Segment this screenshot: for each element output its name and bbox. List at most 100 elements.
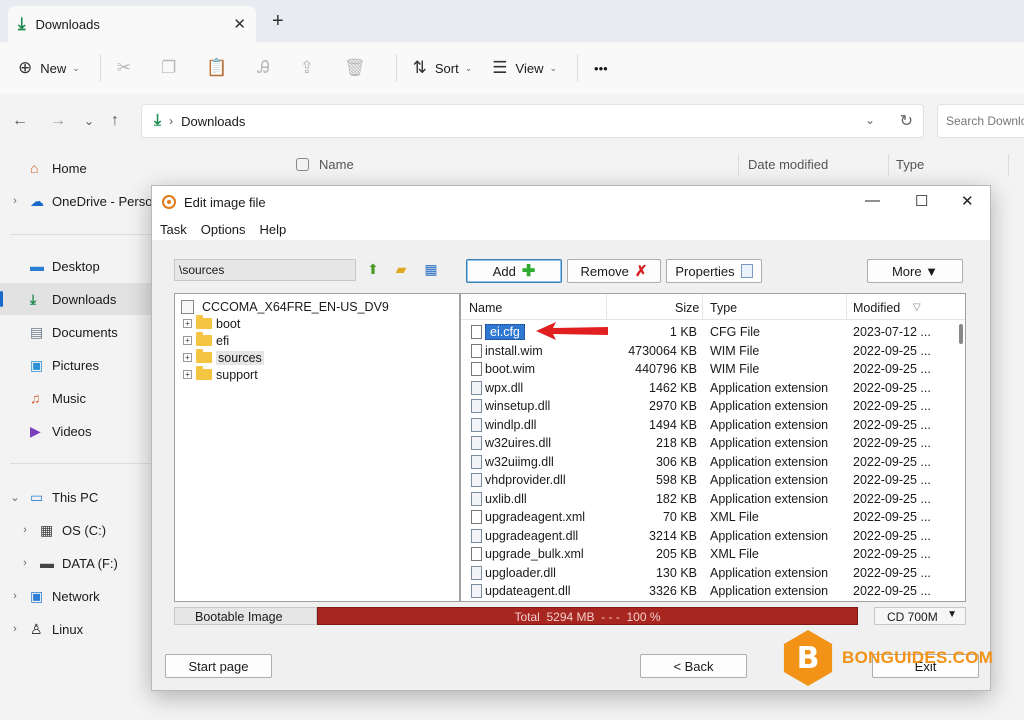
expand-box-icon[interactable]: + [183,319,192,328]
plus-icon: ✚ [521,263,536,280]
collapse-chevron-icon[interactable]: ⌄ [0,491,30,504]
nav-label: Desktop [52,258,100,274]
file-row[interactable]: install.wim 4730064 KB WIM File 2022-09-25 … [461,342,965,361]
file-row[interactable]: upgradeagent.xml 70 KB XML File 2022-09-25 … [461,508,965,527]
tree-item-efi[interactable]: + efi [175,332,459,349]
chevron-down-icon[interactable]: ⌄ [865,113,875,127]
expand-chevron-icon[interactable]: › [0,195,30,207]
view-mode-icon[interactable]: ▦ [422,261,440,279]
tree-item-support[interactable]: + support [175,366,459,383]
close-tab-icon[interactable]: ✕ [233,15,246,33]
menu-task[interactable]: Task [160,222,187,237]
new-tab-button[interactable]: + [272,10,284,33]
tree-item-boot[interactable]: + boot [175,315,459,332]
file-row[interactable]: upgrade_bulk.xml 205 KB XML File 2022-09-25… [461,545,965,564]
column-name[interactable]: Name [319,157,354,172]
file-modified: 2022-09-25 ... [853,399,931,413]
remove-button[interactable]: Remove ✗ [567,259,661,283]
minimize-icon[interactable]: — [865,192,880,209]
copy-icon[interactable]: ❐ [161,58,176,78]
file-row[interactable]: w32uires.dll 218 KB Application extension 2… [461,434,965,453]
column-name[interactable]: Name [469,301,502,315]
tree-item-sources[interactable]: + sources [175,349,459,366]
expand-chevron-icon[interactable]: › [0,623,30,635]
recent-chevron-icon[interactable]: ⌄ [84,114,94,128]
tree-root[interactable]: CCCOMA_X64FRE_EN-US_DV9 [175,298,459,315]
file-modified: 2022-09-25 ... [853,547,931,561]
file-row[interactable]: w32uiimg.dll 306 KB Application extension 2… [461,453,965,472]
rename-icon[interactable]: Ꭿ [257,58,269,78]
file-row[interactable]: boot.wim 440796 KB WIM File 2022-09-25 ... [461,360,965,379]
back-button[interactable]: < Back [640,654,747,678]
file-type: Application extension [710,454,829,469]
file-row[interactable]: updateagent.dll 3326 KB Application extens… [461,582,965,601]
file-name: winsetup.dll [485,399,551,413]
disc-icon [181,299,194,314]
sort-button[interactable]: ⇅ Sort ⌄ [413,58,473,78]
close-icon[interactable]: ✕ [961,192,974,210]
add-button[interactable]: Add ✚ [466,259,562,283]
menu-options[interactable]: Options [201,222,246,237]
forward-arrow-icon[interactable]: → [50,112,66,130]
column-date-modified[interactable]: Date modified [748,157,828,172]
column-divider [702,294,703,320]
chevron-down-icon: ⌄ [464,62,473,73]
media-size-select[interactable]: CD 700M ▼ [874,607,966,625]
expand-chevron-icon[interactable]: › [0,590,30,602]
column-size[interactable]: Size [675,301,699,315]
file-row[interactable]: windlp.dll 1494 KB Application extension 20… [461,416,965,435]
file-row[interactable]: upgloader.dll 130 KB Application extension… [461,564,965,583]
tree-label: sources [216,350,264,365]
file-type: Application extension [710,380,829,395]
more-options-button[interactable]: ••• [594,61,608,76]
expand-chevron-icon[interactable]: › [10,557,40,569]
address-bar[interactable]: ⤓ › Downloads ⌄ ↻ [141,104,924,138]
share-icon[interactable]: ⇪ [300,58,314,78]
new-button[interactable]: ⊕ New ⌄ [18,58,80,78]
picture-icon: ▣ [30,356,44,373]
file-row[interactable]: upgradeagent.dll 3214 KB Application exten… [461,527,965,546]
new-folder-icon[interactable]: ▰ [392,261,410,279]
search-input[interactable]: Search Downloads [937,104,1024,138]
file-icon [471,510,482,524]
column-type[interactable]: Type [896,157,924,172]
expand-box-icon[interactable]: + [183,336,192,345]
expand-box-icon[interactable]: + [183,353,192,362]
refresh-icon[interactable]: ↻ [900,111,913,131]
more-button[interactable]: More ▼ [867,259,963,283]
file-row[interactable]: vhdprovider.dll 598 KB Application extensi… [461,471,965,490]
file-row[interactable]: winsetup.dll 2970 KB Application extension… [461,397,965,416]
file-size: 1494 KB [649,417,697,432]
column-modified[interactable]: Modified [853,301,900,315]
expand-chevron-icon[interactable]: › [10,524,40,536]
select-all-checkbox[interactable] [296,158,309,171]
properties-button[interactable]: Properties [666,259,762,283]
nav-item-home[interactable]: ⌂ Home [0,152,268,184]
maximize-icon[interactable]: ☐ [915,192,928,210]
cut-icon[interactable]: ✂ [117,58,131,78]
dropdown-arrow-icon: ▼ [947,609,957,620]
file-row[interactable]: wpx.dll 1462 KB Application extension 2022-… [461,379,965,398]
menu-help[interactable]: Help [260,222,287,237]
column-type[interactable]: Type [710,301,737,315]
back-arrow-icon[interactable]: ← [12,112,28,130]
file-list-header: Name Date modified Type [268,150,1024,180]
breadcrumb-downloads[interactable]: Downloads [181,114,245,129]
paste-icon[interactable]: 📋 [206,58,227,78]
up-folder-icon[interactable]: ⬆ [364,261,382,279]
scrollbar-thumb[interactable] [959,324,963,344]
file-row[interactable]: uxlib.dll 182 KB Application extension 2022… [461,490,965,509]
up-arrow-icon[interactable]: ↑ [111,112,119,130]
nav-label: Music [52,390,86,406]
path-field[interactable]: \sources [174,259,356,281]
sort-icon: ⇅ [412,58,427,77]
tab-downloads[interactable]: ⤓ Downloads ✕ [8,6,256,42]
delete-icon[interactable]: 🗑 [344,58,366,78]
expand-box-icon[interactable]: + [183,370,192,379]
view-button[interactable]: ☰ View ⌄ [492,58,557,78]
tree-root-label: CCCOMA_X64FRE_EN-US_DV9 [202,299,389,314]
start-page-button[interactable]: Start page [165,654,272,678]
dll-file-icon [471,491,482,506]
logo-text: BONGUIDES.COM [842,648,994,667]
address-row: ← → ⌄ ↑ ⤓ › Downloads ⌄ ↻ Search Downloa… [0,94,1024,150]
